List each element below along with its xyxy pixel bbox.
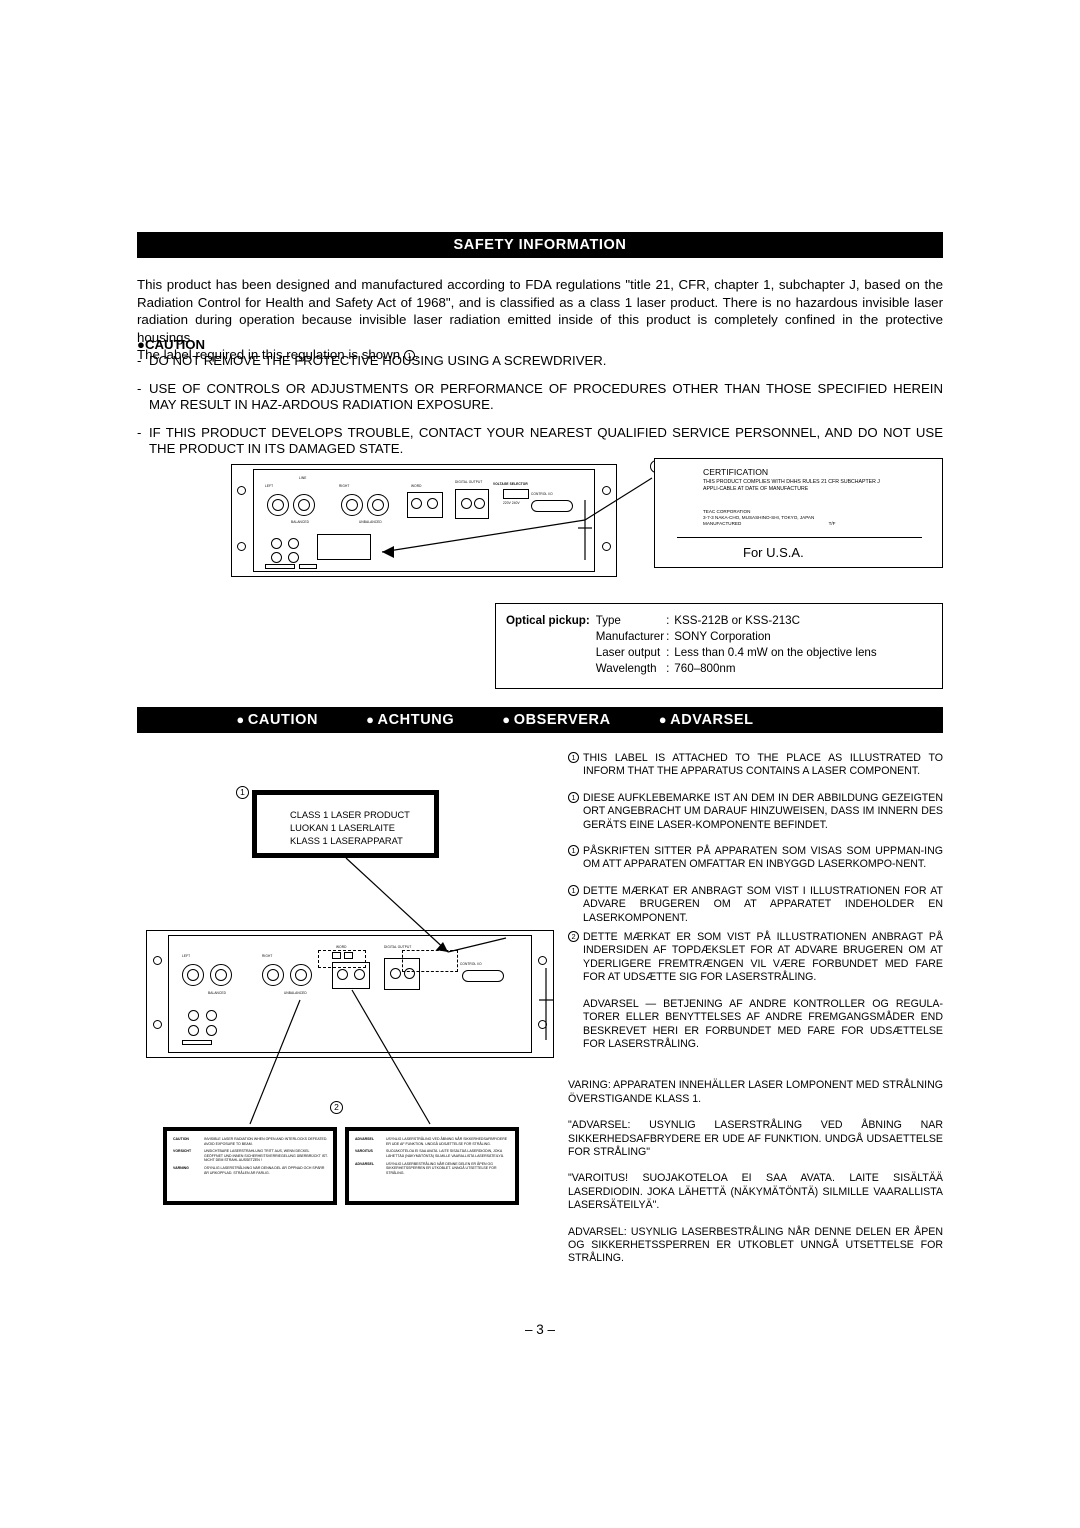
manual-page: SAFETY INFORMATION This product has been… xyxy=(0,0,1080,1528)
leader-lines xyxy=(249,477,653,1125)
page-number: – 3 – xyxy=(524,1322,556,1337)
